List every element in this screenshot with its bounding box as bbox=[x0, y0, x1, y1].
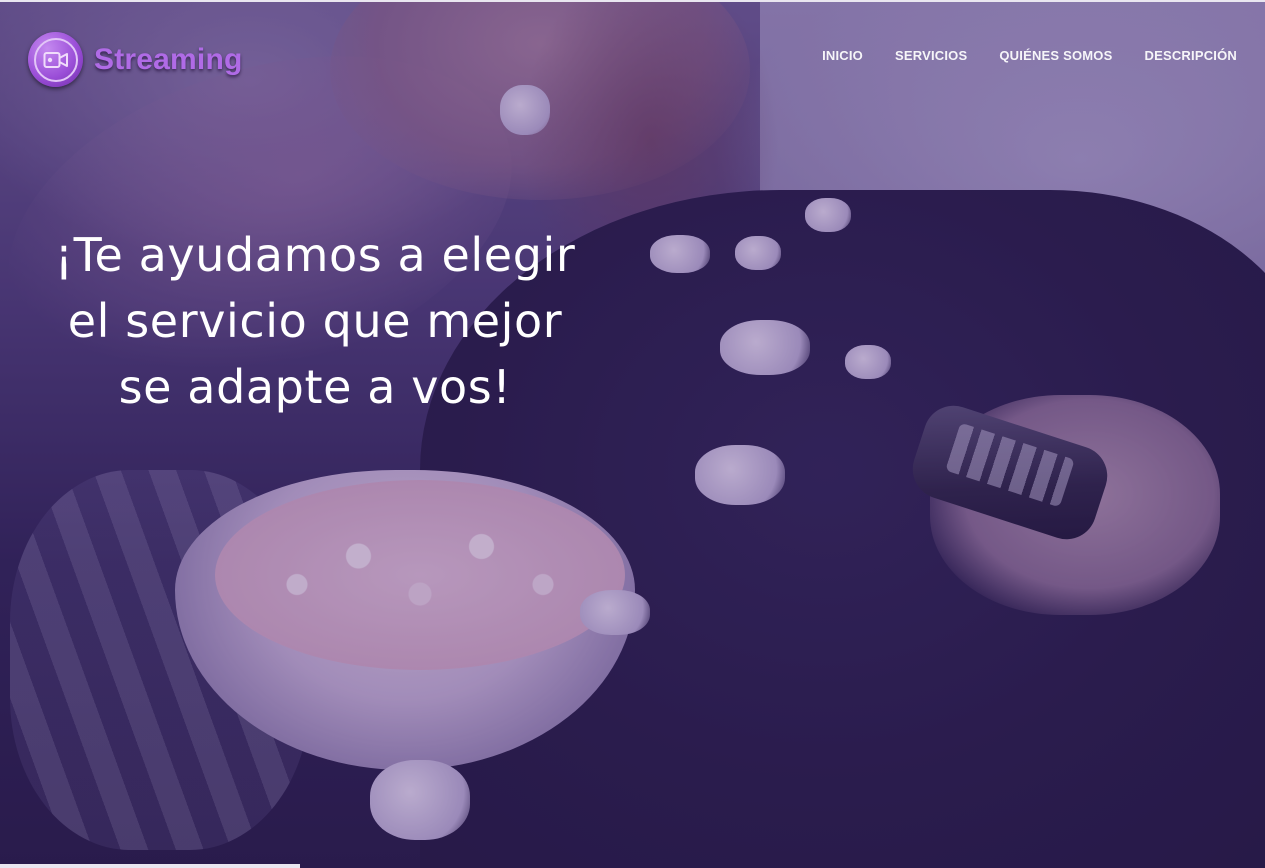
hero-headline-line: el servicio que mejor bbox=[67, 294, 563, 348]
video-camera-icon bbox=[28, 32, 83, 87]
nav-servicios[interactable]: SERVICIOS bbox=[895, 48, 967, 63]
nav-quienes-somos[interactable]: QUIÉNES SOMOS bbox=[999, 48, 1112, 63]
hero-headline-line: ¡Te ayudamos a elegir bbox=[54, 228, 576, 282]
bottom-indicator bbox=[0, 864, 300, 868]
hero-headline: ¡Te ayudamos a elegir el servicio que me… bbox=[20, 222, 610, 420]
hero-background-image bbox=[0, 0, 1265, 868]
logo-text: Streaming bbox=[94, 42, 243, 76]
top-border bbox=[0, 0, 1265, 2]
purple-overlay bbox=[0, 0, 1265, 868]
main-nav: INICIO SERVICIOS QUIÉNES SOMOS DESCRIPCI… bbox=[790, 48, 1237, 63]
logo-link[interactable]: Streaming bbox=[28, 32, 243, 87]
nav-descripcion[interactable]: DESCRIPCIÓN bbox=[1145, 48, 1238, 63]
nav-inicio[interactable]: INICIO bbox=[822, 48, 863, 63]
hero-headline-line: se adapte a vos! bbox=[118, 360, 512, 414]
